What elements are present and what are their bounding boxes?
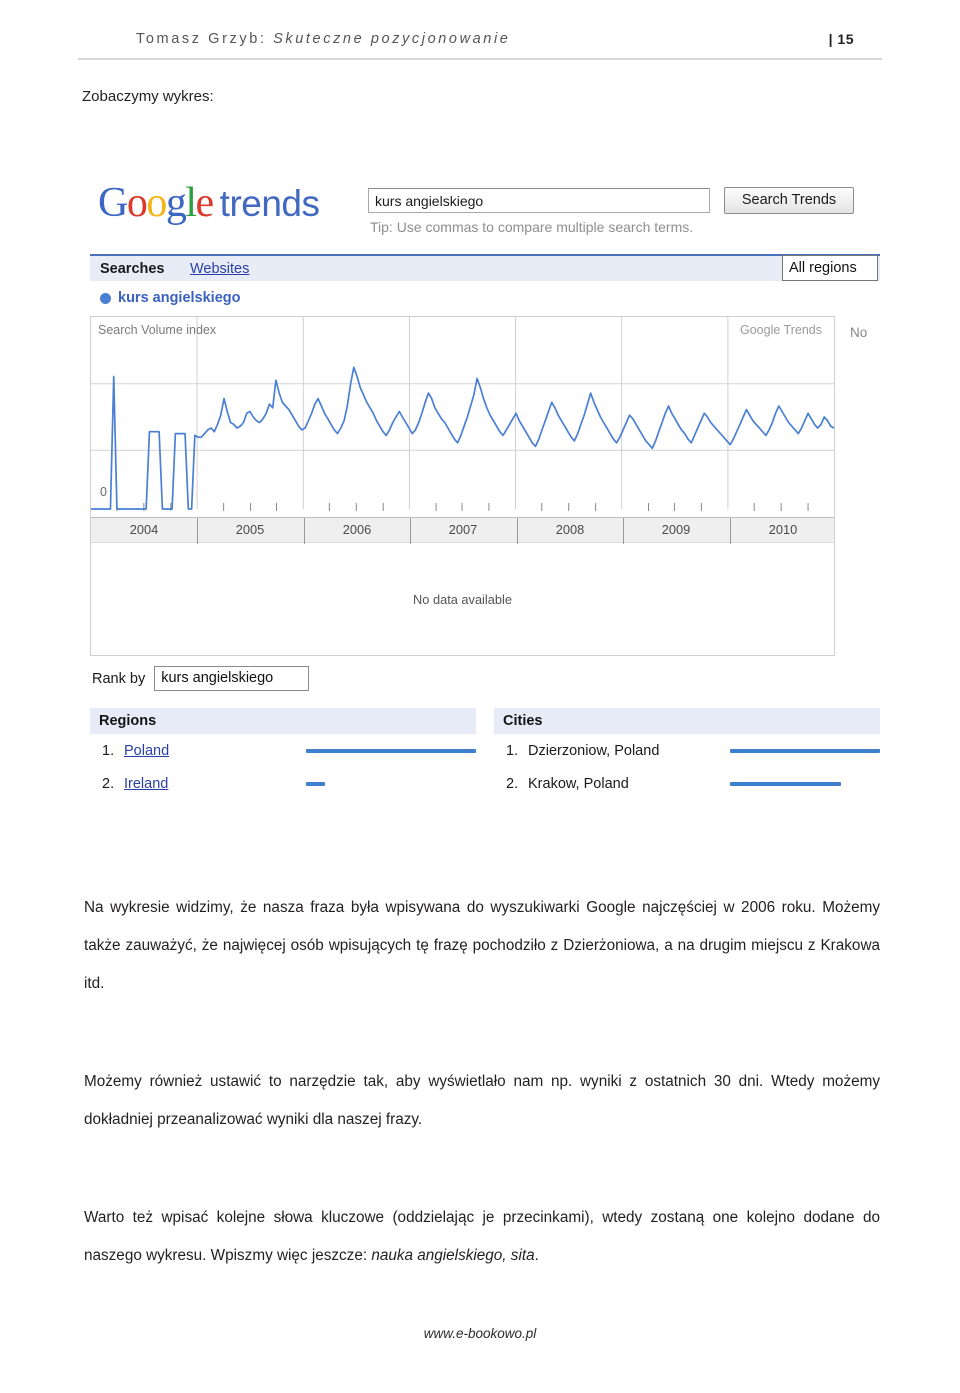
header-book-title: Skuteczne pozycjonowanie [273, 31, 511, 47]
paragraph-2: Możemy również ustawić to narzędzie tak,… [84, 1073, 880, 1129]
paragraph-3-tail: . [534, 1247, 539, 1265]
cities-table: Cities 1. Dzierzoniow, Poland 2. Krakow,… [494, 708, 880, 800]
logo-wordmark-trends: trends [219, 183, 320, 224]
rank-by-label: Rank by [92, 670, 146, 687]
region-link-ireland[interactable]: Ireland [124, 776, 168, 792]
row-rank: 2. [102, 775, 115, 792]
city-bar-wrap [730, 748, 880, 753]
google-trends-screenshot: Google trends kurs angielskiego Search Tr… [80, 168, 880, 808]
table-row[interactable]: 2. Krakow, Poland [494, 767, 880, 800]
rankings-tables: Regions 1. Poland 2. Ireland Cities 1. D… [90, 708, 880, 800]
paragraph-3-keywords: nauka angielskiego, sita [371, 1247, 535, 1265]
row-rank: 1. [506, 742, 519, 759]
x-tick-2006: 2006 [342, 522, 372, 537]
city-bar [730, 781, 841, 786]
chart-plot-area: Search Volume index Google Trends 0 [91, 317, 834, 517]
logo-letter-g1: G [98, 180, 128, 226]
row-rank: 1. [102, 742, 115, 759]
tab-bar: Searches Websites All regions [90, 254, 880, 281]
no-data-message: No data available [413, 591, 512, 607]
city-name-krakow: Krakow, Poland [528, 775, 629, 792]
intro-line: Zobaczymy wykres: [82, 88, 214, 105]
google-trends-header: Google trends kurs angielskiego Search Tr… [90, 174, 880, 248]
cut-off-text: No [850, 325, 868, 340]
tab-searches[interactable]: Searches [100, 261, 165, 277]
page-header: Tomasz Grzyb: Skuteczne pozycjonowanie |… [78, 20, 882, 60]
logo-letter-g2: g [165, 180, 187, 226]
region-filter-select[interactable]: All regions [782, 255, 878, 281]
chart-zero-label: 0 [100, 485, 107, 499]
rank-by-select[interactable]: kurs angielskiego [154, 666, 310, 691]
city-name-dzierzoniow: Dzierzoniow, Poland [528, 742, 660, 759]
header-author: Tomasz Grzyb: [136, 31, 267, 47]
page-number: | 15 [828, 31, 854, 47]
logo-letter-e: e [195, 180, 215, 226]
chart-gridlines [91, 317, 834, 509]
page-footer: www.e-bookowo.pl [423, 1326, 537, 1341]
city-bar [730, 748, 880, 753]
trend-line-chart [91, 317, 834, 511]
table-row[interactable]: 1. Dzierzoniow, Poland [494, 734, 880, 767]
table-row[interactable]: 2. Ireland [90, 767, 476, 800]
search-tip-text: Tip: Use commas to compare multiple sear… [370, 219, 694, 235]
x-tick-2009: 2009 [661, 522, 691, 537]
search-input[interactable]: kurs angielskiego [368, 188, 710, 213]
region-bar-wrap [306, 748, 476, 753]
x-tick-2008: 2008 [555, 522, 585, 537]
series-legend-label: kurs angielskiego [118, 290, 241, 306]
x-tick-2010: 2010 [768, 522, 798, 537]
x-tick-2004: 2004 [129, 522, 159, 537]
region-bar [306, 748, 476, 753]
rank-by-row: Rank by kurs angielskiego [92, 666, 310, 691]
region-bar-wrap [306, 781, 476, 786]
series-legend: kurs angielskiego [100, 290, 241, 306]
x-tick-2005: 2005 [235, 522, 265, 537]
series-dot-icon [100, 292, 111, 304]
chart-watermark: Google Trends [740, 323, 822, 337]
regions-heading: Regions [90, 708, 476, 734]
city-bar-wrap [730, 781, 880, 786]
search-trends-button[interactable]: Search Trends [724, 187, 854, 214]
tab-websites[interactable]: Websites [190, 261, 249, 277]
row-rank: 2. [506, 775, 519, 792]
paragraph-1: Na wykresie widzimy, że nasza fraza była… [84, 899, 880, 993]
chart-series-line [91, 366, 834, 510]
region-link-poland[interactable]: Poland [124, 743, 169, 759]
logo-letter-o1: o [126, 180, 148, 226]
chart-panel: Search Volume index Google Trends 0 2004… [90, 316, 835, 656]
header-title: Tomasz Grzyb: Skuteczne pozycjonowanie [78, 31, 510, 47]
table-row[interactable]: 1. Poland [90, 734, 476, 767]
logo-letter-o2: o [146, 180, 167, 226]
x-tick-2007: 2007 [448, 522, 478, 537]
cities-heading: Cities [494, 708, 880, 734]
google-trends-logo: Google trends [98, 182, 320, 224]
chart-y-axis-label: Search Volume index [98, 323, 217, 337]
regions-table: Regions 1. Poland 2. Ireland [90, 708, 476, 800]
chart-tickmarks [116, 503, 809, 511]
chart-x-axis-band: 2004 2005 2006 2007 2008 2009 2010 [91, 517, 834, 544]
region-bar [306, 781, 325, 786]
logo-letter-l: l [185, 180, 197, 226]
paragraph-3: Warto też wpisać kolejne słowa kluczowe … [84, 1199, 880, 1275]
